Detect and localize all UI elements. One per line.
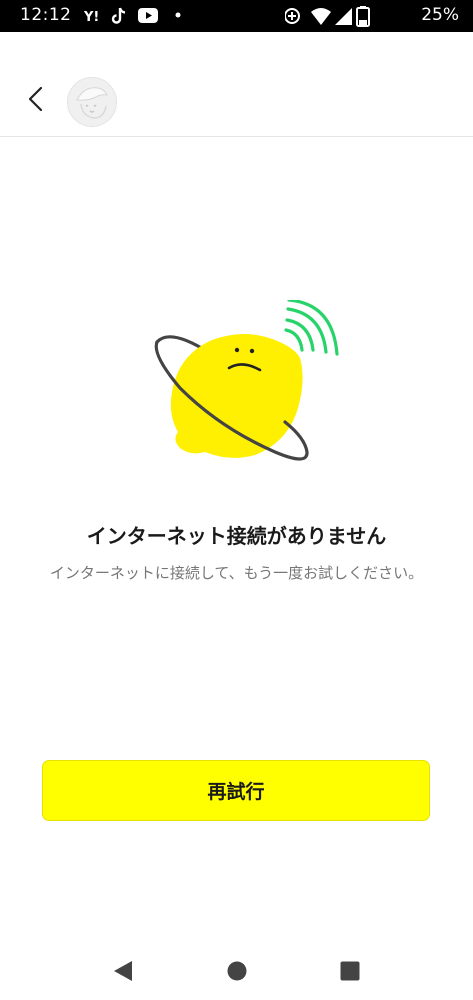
data-saver-icon <box>285 8 300 24</box>
avatar-placeholder-icon <box>68 78 116 126</box>
yahoo-news-icon: Y! <box>84 10 99 25</box>
back-button[interactable] <box>22 84 52 114</box>
battery-percent: 25% <box>421 5 459 25</box>
chevron-left-icon <box>28 86 43 112</box>
avatar[interactable] <box>67 77 117 127</box>
retry-button[interactable]: 再試行 <box>42 760 430 821</box>
error-title: インターネット接続がありません <box>86 524 387 548</box>
system-nav-bar <box>0 945 473 1000</box>
battery-icon <box>356 6 370 27</box>
status-bar: 12:12 Y! 25% <box>0 0 473 32</box>
sad-planet-no-wifi-icon <box>154 300 339 461</box>
svg-text:Y!: Y! <box>84 10 99 25</box>
nav-home-icon[interactable] <box>227 961 247 981</box>
error-message: インターネットに接続して、もう一度お試しください。 <box>49 564 424 582</box>
chat-header <box>0 32 473 137</box>
status-time: 12:12 <box>20 5 72 25</box>
status-left-icons: Y! <box>84 7 181 25</box>
youtube-icon <box>138 8 158 23</box>
nav-recents-icon[interactable] <box>340 961 360 981</box>
wifi-icon <box>311 8 331 25</box>
notification-dot-icon <box>175 12 181 18</box>
signal-icon <box>335 8 352 25</box>
tiktok-icon <box>111 7 126 24</box>
nav-back-icon[interactable] <box>112 960 134 982</box>
